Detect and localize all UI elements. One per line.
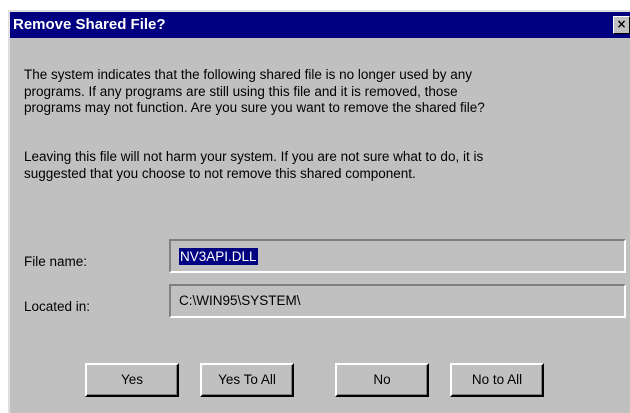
dialog-title: Remove Shared File? <box>13 16 166 33</box>
message-line: The system indicates that the following … <box>24 67 472 82</box>
located-in-field[interactable]: C:\WIN95\SYSTEM\ <box>169 284 626 318</box>
no-to-all-button[interactable]: No to All <box>450 363 544 397</box>
file-name-field[interactable]: NV3API.DLL <box>169 239 626 273</box>
file-name-value[interactable]: NV3API.DLL <box>179 248 258 265</box>
remove-shared-file-dialog: Remove Shared File? × The system indicat… <box>8 10 630 413</box>
close-icon: × <box>616 17 627 31</box>
file-name-label: File name: <box>24 254 88 269</box>
located-in-label: Located in: <box>24 299 91 314</box>
title-bar[interactable]: Remove Shared File? × <box>10 12 630 38</box>
close-button[interactable]: × <box>613 16 630 34</box>
message-paragraph-1: The system indicates that the following … <box>24 67 624 117</box>
yes-button[interactable]: Yes <box>85 363 179 397</box>
message-paragraph-2: Leaving this file will not harm your sys… <box>24 149 624 182</box>
message-line: programs may not function. Are you sure … <box>24 100 485 115</box>
message-line: Leaving this file will not harm your sys… <box>24 149 484 164</box>
message-line: programs. If any programs are still usin… <box>24 83 458 99</box>
no-button[interactable]: No <box>335 363 429 397</box>
message-line: suggested that you choose to not remove … <box>24 165 416 181</box>
yes-to-all-button[interactable]: Yes To All <box>200 363 294 397</box>
located-in-value[interactable]: C:\WIN95\SYSTEM\ <box>179 293 301 308</box>
